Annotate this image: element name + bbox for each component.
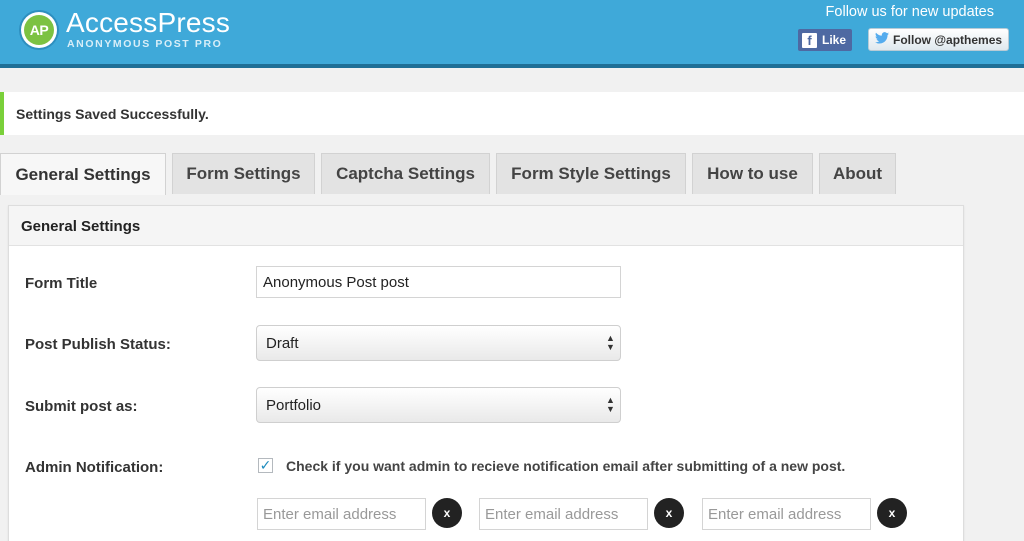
- email-input-1[interactable]: [257, 498, 426, 530]
- form-title-input[interactable]: [256, 266, 621, 298]
- logo-subtitle: ANONYMOUS POST PRO: [67, 38, 223, 50]
- admin-notification-checkbox[interactable]: ✓: [258, 457, 273, 473]
- tab-about[interactable]: About: [819, 153, 896, 194]
- tab-form-style-settings[interactable]: Form Style Settings: [496, 153, 686, 194]
- publish-status-select[interactable]: Draft ▲ ▼: [256, 325, 621, 361]
- facebook-like-button[interactable]: f Like: [798, 29, 852, 51]
- remove-email-button-3[interactable]: x: [877, 498, 907, 528]
- remove-email-button-2[interactable]: x: [654, 498, 684, 528]
- publish-status-label: Post Publish Status:: [25, 336, 171, 353]
- logo-icon: AP: [21, 12, 57, 48]
- tab-captcha-settings[interactable]: Captcha Settings: [321, 153, 490, 194]
- submit-as-select[interactable]: Portfolio ▲ ▼: [256, 387, 621, 423]
- twitter-bird-icon: [875, 32, 889, 47]
- app-header: AP AccessPress ANONYMOUS POST PRO Follow…: [0, 0, 1024, 68]
- email-input-2[interactable]: [479, 498, 648, 530]
- admin-notification-label: Admin Notification:: [25, 459, 164, 476]
- logo-badge-text: AP: [24, 15, 54, 45]
- admin-notification-checkbox-label: Check if you want admin to recieve notif…: [286, 458, 846, 474]
- tab-how-to-use[interactable]: How to use: [692, 153, 813, 194]
- facebook-icon: f: [802, 32, 817, 48]
- panel-title: General Settings: [9, 206, 963, 246]
- publish-status-value: Draft: [266, 335, 299, 352]
- twitter-follow-label: Follow @apthemes: [893, 32, 1003, 47]
- form-title-label: Form Title: [25, 275, 98, 292]
- email-input-3[interactable]: [702, 498, 871, 530]
- tab-form-settings[interactable]: Form Settings: [172, 153, 315, 194]
- twitter-follow-button[interactable]: Follow @apthemes: [868, 28, 1009, 51]
- success-notice: Settings Saved Successfully.: [0, 92, 1024, 135]
- remove-email-button-1[interactable]: x: [432, 498, 462, 528]
- facebook-like-label: Like: [822, 33, 847, 47]
- follow-text: Follow us for new updates: [825, 4, 994, 20]
- notice-message: Settings Saved Successfully.: [16, 106, 209, 122]
- tab-general-settings[interactable]: General Settings: [0, 153, 166, 195]
- close-icon: x: [665, 506, 673, 520]
- general-settings-panel: General Settings Form Title Post Publish…: [8, 205, 964, 541]
- select-arrows-icon: ▲ ▼: [606, 395, 615, 414]
- close-icon: x: [888, 506, 896, 520]
- submit-as-value: Portfolio: [266, 397, 322, 414]
- submit-as-label: Submit post as:: [25, 398, 138, 415]
- select-arrows-icon: ▲ ▼: [606, 333, 615, 352]
- close-icon: x: [443, 506, 451, 520]
- logo-title: AccessPress: [66, 7, 231, 38]
- checkmark-icon: ✓: [259, 457, 272, 473]
